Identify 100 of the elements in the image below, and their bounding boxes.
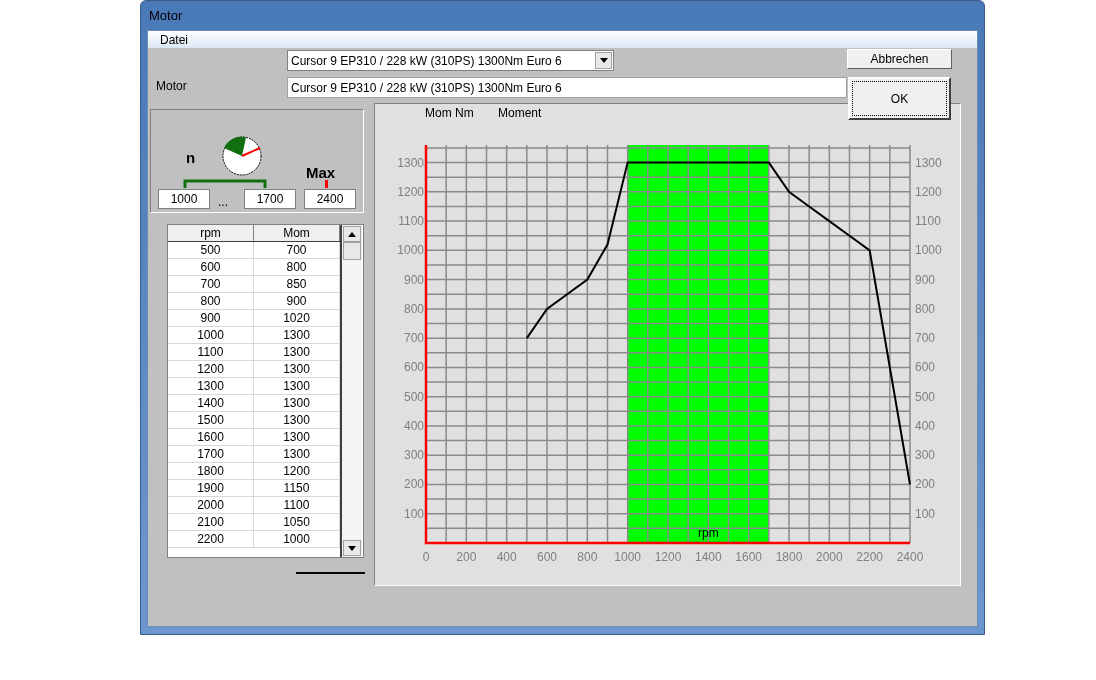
y-tick-label: 1100 (398, 214, 424, 229)
max-marker-icon (325, 180, 328, 188)
y-tick-label: 1300 (397, 155, 424, 170)
table-cell: 1300 (254, 344, 340, 360)
table-cell: 800 (168, 293, 254, 309)
x-tick-label: 200 (456, 550, 477, 564)
table-cell: 1100 (168, 344, 254, 360)
y-tick-label: 300 (403, 448, 424, 463)
y-tick-label: 500 (915, 389, 936, 404)
y-tick-label: 1200 (397, 184, 424, 199)
y-tick-label: 400 (915, 418, 936, 433)
dialog-button[interactable]: Abbrechen (847, 49, 952, 69)
table-cell: 900 (168, 310, 254, 326)
x-tick-label: 2400 (896, 550, 924, 564)
range-to-field[interactable]: 1700 (244, 189, 296, 209)
y-tick-label: 800 (403, 301, 424, 316)
table-cell: 1800 (168, 463, 254, 479)
y-tick-label: 1100 (915, 214, 941, 229)
table-cell: 1050 (254, 514, 340, 530)
table-cell: 2100 (168, 514, 254, 530)
table-cell: 1200 (168, 361, 254, 377)
table-cell: 1300 (254, 327, 340, 343)
table-cell: 900 (254, 293, 340, 309)
y-tick-label: 1000 (915, 243, 942, 258)
n-label: n (186, 148, 196, 168)
column-header[interactable]: rpm (168, 225, 254, 241)
series-label: Moment (498, 106, 542, 120)
table-cell: 1300 (254, 446, 340, 462)
y-tick-label: 1200 (915, 184, 942, 199)
y-tick-label: 100 (915, 506, 936, 521)
table-cell: 600 (168, 259, 254, 275)
scroll-thumb[interactable] (343, 242, 361, 260)
table-cell: 1300 (254, 378, 340, 394)
y-tick-label: 200 (915, 477, 936, 492)
scrollbar[interactable] (342, 225, 362, 557)
table-cell: 1500 (168, 412, 254, 428)
y-tick-label: 1000 (397, 243, 424, 258)
x-tick-label: 800 (577, 550, 598, 564)
y-tick-label: 200 (403, 477, 424, 492)
x-tick-label: 1000 (614, 550, 641, 564)
table-cell: 500 (168, 242, 254, 258)
motor-field[interactable]: Cursor 9 EP310 / 228 kW (310PS) 1300Nm Euro 6 (287, 77, 847, 98)
y-axis-label: Mom Nm (425, 106, 474, 120)
y-tick-label: 900 (915, 272, 936, 287)
dialog-button[interactable]: OK (848, 77, 951, 120)
x-tick-label: 1800 (775, 550, 803, 564)
y-tick-label: 700 (403, 331, 424, 346)
table-cell: 1000 (254, 531, 340, 547)
range-separator: ... (218, 194, 228, 211)
table-cell: 1600 (168, 429, 254, 445)
x-tick-label: 2200 (856, 550, 883, 564)
x-axis-label: rpm (698, 526, 719, 540)
table-cell: 1000 (168, 327, 254, 343)
y-tick-label: 700 (915, 331, 936, 346)
pie-gauge-icon (222, 136, 262, 176)
x-tick-label: 2000 (816, 550, 843, 564)
table-cell: 2000 (168, 497, 254, 513)
y-tick-label: 100 (403, 506, 424, 521)
x-tick-label: 1400 (695, 550, 722, 564)
table-cell: 1020 (254, 310, 340, 326)
field-label: Motor (156, 79, 187, 93)
table-cell: 1150 (254, 480, 340, 496)
y-tick-label: 500 (403, 389, 424, 404)
table-cell: 1200 (254, 463, 340, 479)
table-cell: 700 (168, 276, 254, 292)
table-cell: 850 (254, 276, 340, 292)
table-cell: 1300 (254, 361, 340, 377)
table-cell: 1400 (168, 395, 254, 411)
table-cell: 1100 (254, 497, 340, 513)
engine-dropdown[interactable]: Cursor 9 EP310 / 228 kW (310PS) 1300Nm Euro 6 (287, 50, 614, 71)
table-cell: 1300 (254, 412, 340, 428)
y-tick-label: 300 (915, 448, 936, 463)
y-tick-label: 600 (915, 360, 936, 375)
y-tick-label: 800 (915, 301, 936, 316)
range-from-field[interactable]: 1000 (158, 189, 210, 209)
table-cell: 1300 (254, 429, 340, 445)
x-tick-label: 400 (496, 550, 517, 564)
table-cell: 800 (254, 259, 340, 275)
table-cell: 2200 (168, 531, 254, 547)
window-title: Motor (149, 6, 183, 25)
scroll-down-icon[interactable] (343, 540, 361, 556)
y-tick-label: 400 (403, 418, 424, 433)
y-tick-label: 600 (403, 360, 424, 375)
x-tick-label: 600 (537, 550, 557, 564)
table-cell: 1300 (254, 395, 340, 411)
x-tick-label: 0 (422, 550, 430, 564)
range-bracket-icon (183, 179, 267, 188)
x-tick-label: 1200 (654, 550, 682, 564)
table-cell: 1900 (168, 480, 254, 496)
table-cell: 1300 (168, 378, 254, 394)
scroll-up-icon[interactable] (343, 226, 361, 242)
y-tick-label: 1300 (915, 155, 942, 170)
max-label: Max (306, 165, 336, 180)
table-cell: 700 (254, 242, 340, 258)
max-field[interactable]: 2400 (304, 189, 356, 209)
column-header[interactable]: Mom (254, 225, 340, 241)
x-tick-label: 1600 (735, 550, 762, 564)
menu-item[interactable]: Datei (160, 30, 188, 49)
y-tick-label: 900 (403, 272, 424, 287)
table-cell: 1700 (168, 446, 254, 462)
